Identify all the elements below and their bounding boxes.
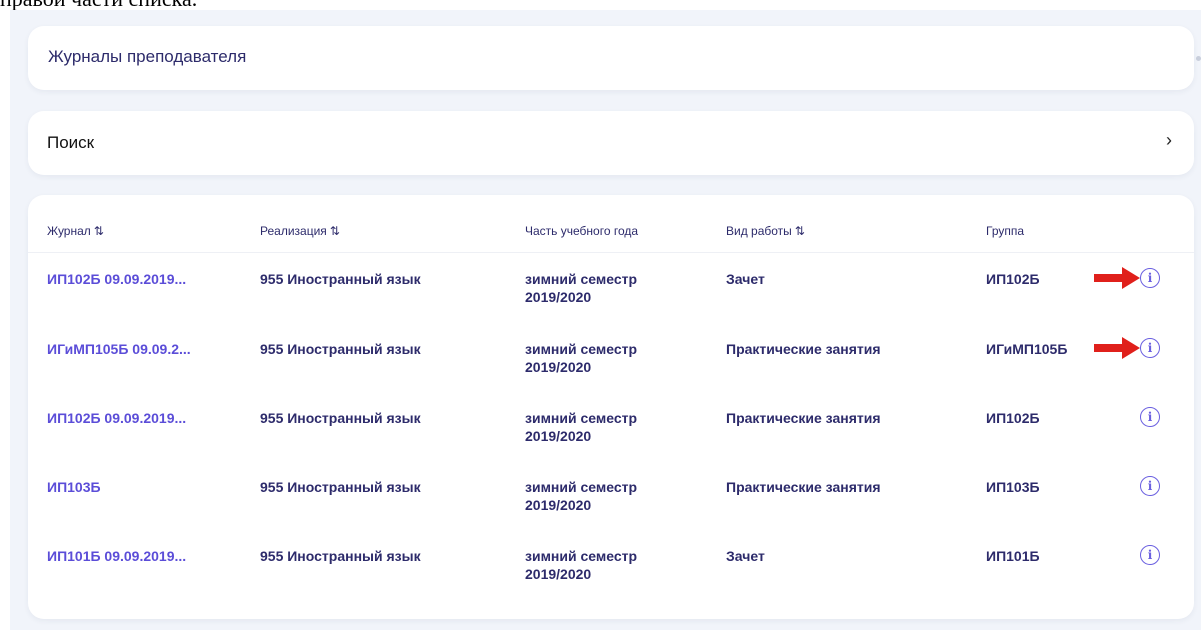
column-header-journal[interactable]: Журнал ⇅ — [47, 224, 104, 238]
group-cell: ИП102Б — [986, 410, 1040, 426]
red-arrow-annotation — [1094, 267, 1140, 289]
column-header-group: Группа — [986, 224, 1025, 238]
realization-cell: 955 Иностранный язык — [260, 410, 421, 426]
app-canvas: Журналы преподавателя Поиск › Журнал ⇅ Ре… — [10, 10, 1201, 630]
realization-cell: 955 Иностранный язык — [260, 479, 421, 495]
column-header-realization[interactable]: Реализация ⇅ — [260, 224, 340, 238]
search-label: Поиск — [47, 133, 95, 152]
journals-table: Журнал ⇅ Реализация ⇅ Часть учебного года … — [28, 195, 1194, 619]
realization-cell: 955 Иностранный язык — [260, 548, 421, 564]
table-row[interactable]: ИП101Б 09.09.2019... 955 Иностранный язык… — [28, 545, 1194, 617]
term-cell: зимний семестр 2019/2020 — [525, 340, 637, 376]
info-icon[interactable]: i — [1140, 476, 1160, 496]
search-panel[interactable]: Поиск › — [28, 111, 1194, 175]
group-cell: ИП102Б — [986, 271, 1040, 287]
term-year: 2019/2020 — [525, 428, 592, 444]
page-header-card: Журналы преподавателя — [28, 26, 1194, 90]
table-row[interactable]: ИП102Б 09.09.2019... 955 Иностранный язык… — [28, 267, 1194, 340]
sort-icon[interactable]: ⇅ — [330, 224, 340, 238]
group-cell: ИП101Б — [986, 548, 1040, 564]
term-semester: зимний семестр — [525, 341, 638, 357]
term-year: 2019/2020 — [525, 289, 592, 305]
realization-cell: 955 Иностранный язык — [260, 271, 421, 287]
term-semester: зимний семестр — [525, 479, 638, 495]
sort-icon[interactable]: ⇅ — [795, 224, 805, 238]
term-year: 2019/2020 — [525, 566, 592, 582]
column-header-term: Часть учебного года — [525, 224, 639, 238]
term-year: 2019/2020 — [525, 497, 592, 513]
table-row[interactable]: ИП102Б 09.09.2019... 955 Иностранный язык… — [28, 407, 1194, 479]
page-title: Журналы преподавателя — [48, 47, 247, 66]
journal-link[interactable]: ИП103Б — [47, 478, 101, 496]
column-header-work-type[interactable]: Вид работы ⇅ — [726, 224, 805, 238]
term-cell: зимний семестр 2019/2020 — [525, 270, 637, 306]
group-cell: ИГиМП105Б — [986, 341, 1068, 357]
journal-link[interactable]: ИП102Б 09.09.2019... — [47, 270, 186, 288]
term-semester: зимний семестр — [525, 410, 638, 426]
term-cell: зимний семестр 2019/2020 — [525, 409, 637, 445]
work-type-cell: Практические занятия — [726, 479, 881, 495]
journal-link[interactable]: ИП102Б 09.09.2019... — [47, 409, 186, 427]
table-row[interactable]: ИГиМП105Б 09.09.2... 955 Иностранный язык… — [28, 337, 1194, 410]
group-cell: ИП103Б — [986, 479, 1040, 495]
info-icon[interactable]: i — [1140, 407, 1160, 427]
info-icon[interactable]: i — [1140, 268, 1160, 288]
info-icon[interactable]: i — [1140, 338, 1160, 358]
table-row[interactable]: ИП103Б 955 Иностранный язык зимний семестр… — [28, 476, 1194, 548]
term-year: 2019/2020 — [525, 359, 592, 375]
term-semester: зимний семестр — [525, 271, 638, 287]
term-cell: зимний семестр 2019/2020 — [525, 547, 637, 583]
red-arrow-annotation — [1094, 337, 1140, 359]
table-header: Журнал ⇅ Реализация ⇅ Часть учебного года … — [28, 220, 1194, 253]
work-type-cell: Практические занятия — [726, 410, 881, 426]
sort-icon[interactable]: ⇅ — [94, 224, 104, 238]
work-type-cell: Зачет — [726, 548, 765, 564]
work-type-cell: Практические занятия — [726, 341, 881, 357]
journal-link[interactable]: ИП101Б 09.09.2019... — [47, 547, 186, 565]
decor-dot — [1196, 56, 1201, 61]
journal-link[interactable]: ИГиМП105Б 09.09.2... — [47, 340, 191, 358]
work-type-cell: Зачет — [726, 271, 765, 287]
realization-cell: 955 Иностранный язык — [260, 341, 421, 357]
chevron-right-icon[interactable]: › — [1166, 130, 1172, 151]
term-semester: зимний семестр — [525, 548, 638, 564]
term-cell: зимний семестр 2019/2020 — [525, 478, 637, 514]
info-icon[interactable]: i — [1140, 545, 1160, 565]
